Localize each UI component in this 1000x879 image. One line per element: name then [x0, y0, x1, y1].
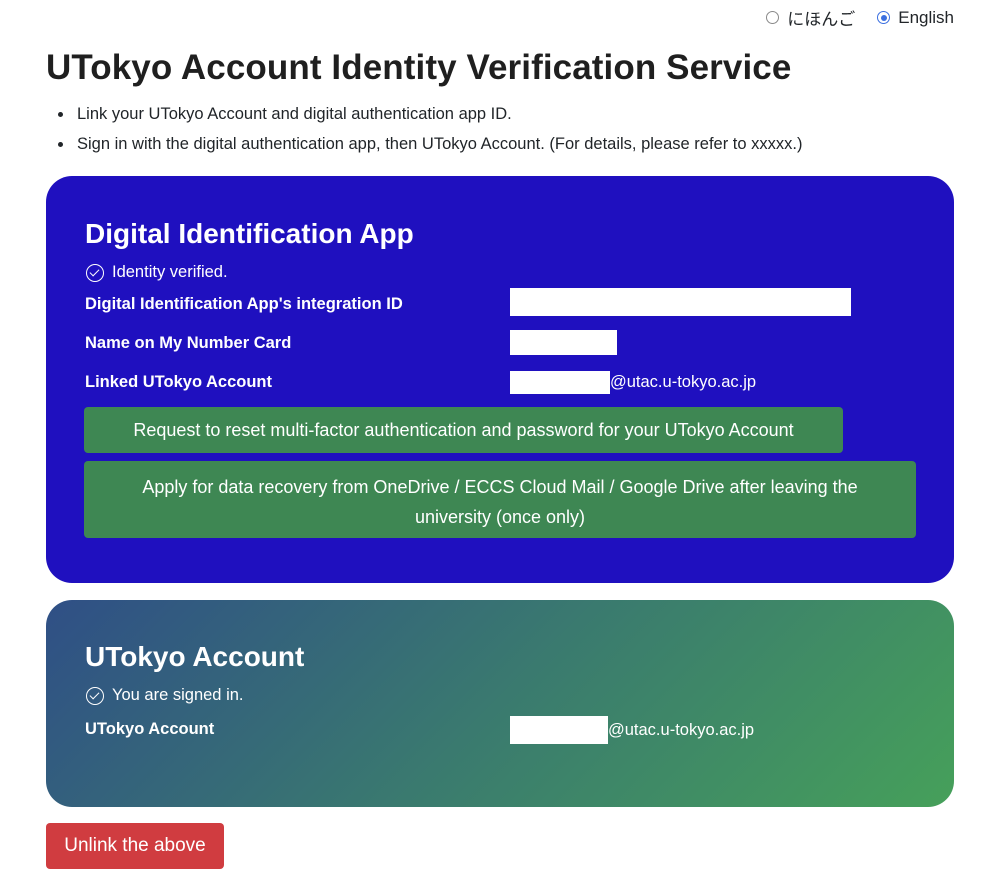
signin-status: You are signed in.	[86, 686, 244, 705]
page-title: UTokyo Account Identity Verification Ser…	[46, 48, 792, 87]
intro-item: Link your UTokyo Account and digital aut…	[56, 103, 802, 133]
radio-japanese[interactable]	[766, 11, 780, 24]
linked-account-domain: @utac.u-tokyo.ac.jp	[610, 373, 757, 391]
language-option-japanese[interactable]: にほんご	[766, 5, 855, 30]
language-label-japanese: にほんご	[787, 10, 856, 29]
utokyo-account-card: UTokyo Account You are signed in. UTokyo…	[46, 600, 954, 807]
intro-item: Sign in with the digital authentication …	[56, 133, 802, 163]
language-label-english: English	[898, 7, 954, 27]
identity-status: Identity verified.	[86, 263, 228, 282]
redacted-account-id	[510, 716, 608, 744]
redacted-account-id	[510, 371, 610, 394]
name-value	[510, 330, 617, 355]
account-value: @utac.u-tokyo.ac.jp	[510, 716, 754, 744]
intro-list: Link your UTokyo Account and digital aut…	[56, 103, 802, 163]
check-circle-icon	[86, 263, 104, 282]
check-circle-icon	[86, 686, 104, 705]
signin-status-text: You are signed in.	[112, 686, 244, 704]
account-label: UTokyo Account	[85, 720, 215, 738]
integration-id-label: Digital Identification App's integration…	[85, 295, 403, 313]
radio-english[interactable]	[877, 11, 891, 24]
linked-account-value: @utac.u-tokyo.ac.jp	[510, 371, 756, 394]
linked-account-label: Linked UTokyo Account	[85, 373, 273, 391]
unlink-button[interactable]: Unlink the above	[46, 823, 224, 869]
integration-id-value	[510, 288, 851, 316]
identity-status-text: Identity verified.	[112, 263, 228, 281]
language-switch: にほんご English	[766, 5, 954, 30]
digital-id-app-card: Digital Identification App Identity veri…	[46, 176, 954, 583]
reset-mfa-button[interactable]: Request to reset multi-factor authentica…	[84, 407, 843, 453]
digital-id-app-title: Digital Identification App	[85, 218, 414, 249]
data-recovery-button[interactable]: Apply for data recovery from OneDrive / …	[84, 461, 916, 538]
redacted-name	[510, 330, 617, 355]
utokyo-account-title: UTokyo Account	[85, 641, 305, 672]
name-label: Name on My Number Card	[85, 334, 292, 352]
redacted-integration-id	[510, 288, 851, 316]
account-domain: @utac.u-tokyo.ac.jp	[608, 720, 755, 739]
language-option-english[interactable]: English	[877, 8, 954, 28]
